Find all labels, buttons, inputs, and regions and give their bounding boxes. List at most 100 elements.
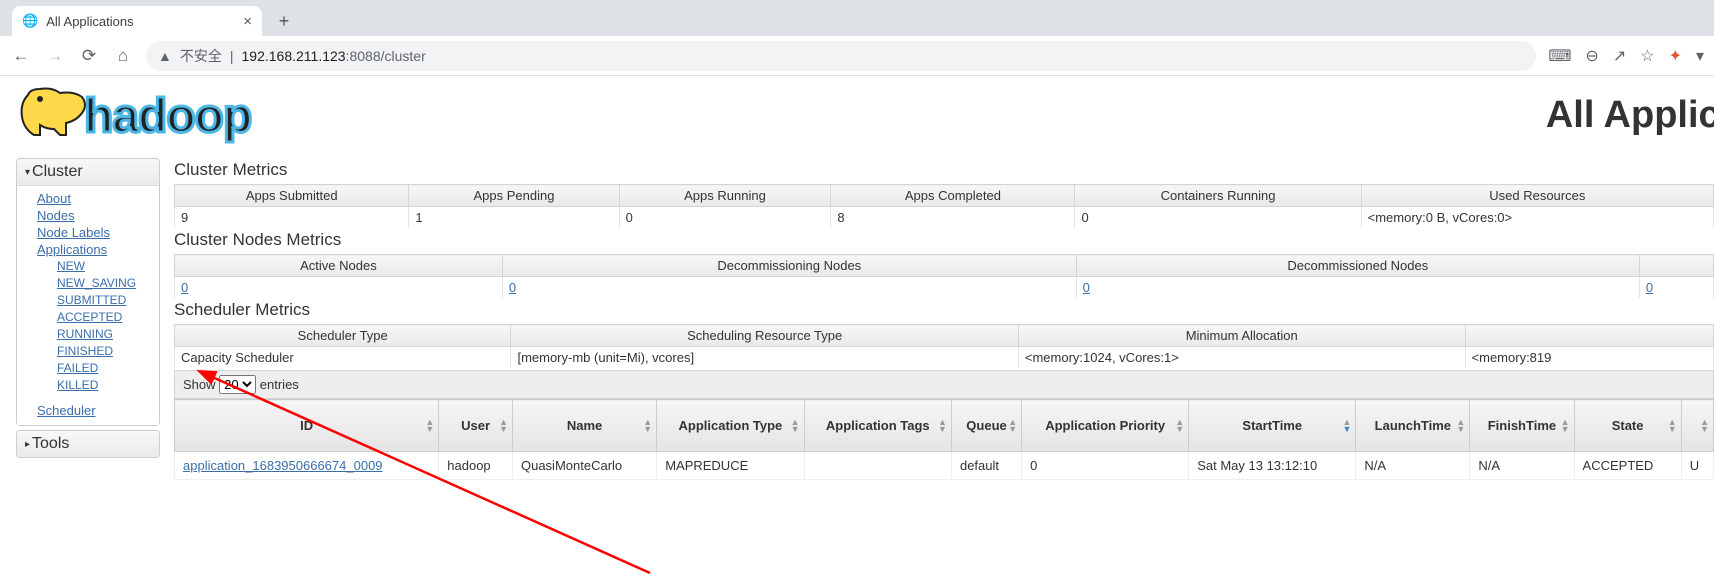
column-header[interactable]: Application Type▲▼ xyxy=(657,400,804,452)
close-icon[interactable]: × xyxy=(243,13,252,30)
metric-link[interactable]: 0 xyxy=(1083,280,1090,295)
metric-link[interactable]: 0 xyxy=(1646,280,1653,295)
zoom-out-icon[interactable]: ⊖ xyxy=(1585,46,1598,66)
metric-link[interactable]: 0 xyxy=(181,280,188,295)
column-header[interactable]: Name▲▼ xyxy=(512,400,656,452)
table-length-control: Show 20 entries xyxy=(174,370,1714,399)
column-header xyxy=(1465,325,1713,347)
table-cell: 8 xyxy=(831,207,1075,229)
triangle-right-icon: ▸ xyxy=(25,439,30,450)
table-cell: 0 xyxy=(1076,277,1639,299)
table-cell: Capacity Scheduler xyxy=(175,347,511,369)
sidebar-link-state-finished[interactable]: FINISHED xyxy=(37,343,159,360)
new-tab-button[interactable]: + xyxy=(270,6,298,36)
heading-nodes-metrics: Cluster Nodes Metrics xyxy=(174,230,1714,250)
sidebar-link-state-accepted[interactable]: ACCEPTED xyxy=(37,309,159,326)
column-header[interactable]: LaunchTime▲▼ xyxy=(1356,400,1470,452)
column-header: Active Nodes xyxy=(175,255,503,277)
table-cell: 0 xyxy=(619,207,831,229)
scheduler-metrics-table: Scheduler TypeScheduling Resource TypeMi… xyxy=(174,324,1714,368)
table-cell: hadoop xyxy=(439,452,513,480)
column-header[interactable]: ▲▼ xyxy=(1681,400,1713,452)
browser-chrome: 🌐 All Applications × + ← → ⟳ ⌂ ▲ 不安全 | 1… xyxy=(0,0,1714,76)
column-header: Apps Completed xyxy=(831,185,1075,207)
sidebar-link-applications[interactable]: Applications xyxy=(17,241,159,258)
sidebar-link-state-failed[interactable]: FAILED xyxy=(37,360,159,377)
column-header: Used Resources xyxy=(1361,185,1713,207)
column-header[interactable]: Application Priority▲▼ xyxy=(1022,400,1189,452)
separator: | xyxy=(230,48,234,64)
table-cell: 0 xyxy=(1075,207,1361,229)
back-button[interactable]: ← xyxy=(10,46,32,66)
url-host: 192.168.211.123 xyxy=(242,48,346,64)
nodes-metrics-table: Active NodesDecommissioning NodesDecommi… xyxy=(174,254,1714,298)
elephant-icon xyxy=(16,85,94,145)
column-header[interactable]: State▲▼ xyxy=(1574,400,1681,452)
translate-icon[interactable]: ⌨ xyxy=(1548,46,1571,66)
page-length-select[interactable]: 20 xyxy=(219,375,256,394)
home-button[interactable]: ⌂ xyxy=(112,46,134,66)
table-cell: 0 xyxy=(502,277,1076,299)
heading-scheduler-metrics: Scheduler Metrics xyxy=(174,300,1714,320)
table-cell: 0 xyxy=(1639,277,1713,299)
table-cell: 0 xyxy=(1022,452,1189,480)
sidebar-link-scheduler[interactable]: Scheduler xyxy=(17,402,159,419)
sidebar-link-state-new[interactable]: NEW xyxy=(37,258,159,275)
column-header: Containers Running xyxy=(1075,185,1361,207)
column-header[interactable]: StartTime▲▼ xyxy=(1189,400,1356,452)
sidebar: ▾ Cluster About Nodes Node Labels Applic… xyxy=(16,158,160,462)
extension-icon[interactable]: ✦ xyxy=(1669,46,1682,66)
page-title: All Applicati xyxy=(1546,94,1714,137)
column-header: Apps Pending xyxy=(409,185,619,207)
table-cell: U xyxy=(1681,452,1713,480)
column-header: Decommissioned Nodes xyxy=(1076,255,1639,277)
sidebar-link-state-running[interactable]: RUNNING xyxy=(37,326,159,343)
tab-strip: 🌐 All Applications × + xyxy=(0,0,1714,36)
sidebar-link-state-killed[interactable]: KILLED xyxy=(37,377,159,394)
application-id-link[interactable]: application_1683950666674_0009 xyxy=(183,458,383,473)
heading-cluster-metrics: Cluster Metrics xyxy=(174,160,1714,180)
forward-button[interactable]: → xyxy=(44,46,66,66)
sidebar-link-nodes[interactable]: Nodes xyxy=(17,207,159,224)
share-icon[interactable]: ↗ xyxy=(1613,46,1626,66)
sidebar-link-node-labels[interactable]: Node Labels xyxy=(17,224,159,241)
column-header[interactable]: ID▲▼ xyxy=(175,400,439,452)
column-header: Minimum Allocation xyxy=(1018,325,1465,347)
table-cell: <memory:819 xyxy=(1465,347,1713,369)
column-header[interactable]: User▲▼ xyxy=(439,400,513,452)
applications-table: ID▲▼User▲▼Name▲▼Application Type▲▼Applic… xyxy=(174,399,1714,480)
table-cell: <memory:1024, vCores:1> xyxy=(1018,347,1465,369)
chevron-down-icon[interactable]: ▾ xyxy=(1696,46,1704,66)
cluster-header-label: Cluster xyxy=(32,163,83,181)
table-cell: default xyxy=(951,452,1021,480)
show-label-suffix: entries xyxy=(260,377,299,392)
sidebar-header-cluster[interactable]: ▾ Cluster xyxy=(17,159,159,186)
table-cell: application_1683950666674_0009 xyxy=(175,452,439,480)
sidebar-link-state-new_saving[interactable]: NEW_SAVING xyxy=(37,275,159,292)
table-cell: N/A xyxy=(1470,452,1574,480)
sidebar-header-tools[interactable]: ▸ Tools xyxy=(17,431,159,457)
column-header[interactable]: Application Tags▲▼ xyxy=(804,400,951,452)
sidebar-link-state-submitted[interactable]: SUBMITTED xyxy=(37,292,159,309)
table-cell: Sat May 13 13:12:10 xyxy=(1189,452,1356,480)
address-bar[interactable]: ▲ 不安全 | 192.168.211.123:8088/cluster xyxy=(146,41,1536,71)
table-cell: MAPREDUCE xyxy=(657,452,804,480)
tab-title: All Applications xyxy=(46,14,133,29)
warning-icon: ▲ xyxy=(158,48,172,64)
metric-link[interactable]: 0 xyxy=(509,280,516,295)
bookmark-icon[interactable]: ☆ xyxy=(1640,46,1654,66)
sidebar-link-about[interactable]: About xyxy=(17,190,159,207)
browser-tab[interactable]: 🌐 All Applications × xyxy=(12,6,262,36)
column-header[interactable]: Queue▲▼ xyxy=(951,400,1021,452)
tools-header-label: Tools xyxy=(32,435,69,453)
cluster-metrics-table: Apps SubmittedApps PendingApps RunningAp… xyxy=(174,184,1714,228)
column-header[interactable]: FinishTime▲▼ xyxy=(1470,400,1574,452)
column-header: Scheduler Type xyxy=(175,325,511,347)
table-cell xyxy=(804,452,951,480)
globe-icon: 🌐 xyxy=(22,13,38,29)
column-header: Decommissioning Nodes xyxy=(502,255,1076,277)
security-label: 不安全 xyxy=(180,46,222,66)
reload-button[interactable]: ⟳ xyxy=(78,46,100,66)
table-cell: N/A xyxy=(1356,452,1470,480)
url-path: :8088/cluster xyxy=(346,48,426,64)
